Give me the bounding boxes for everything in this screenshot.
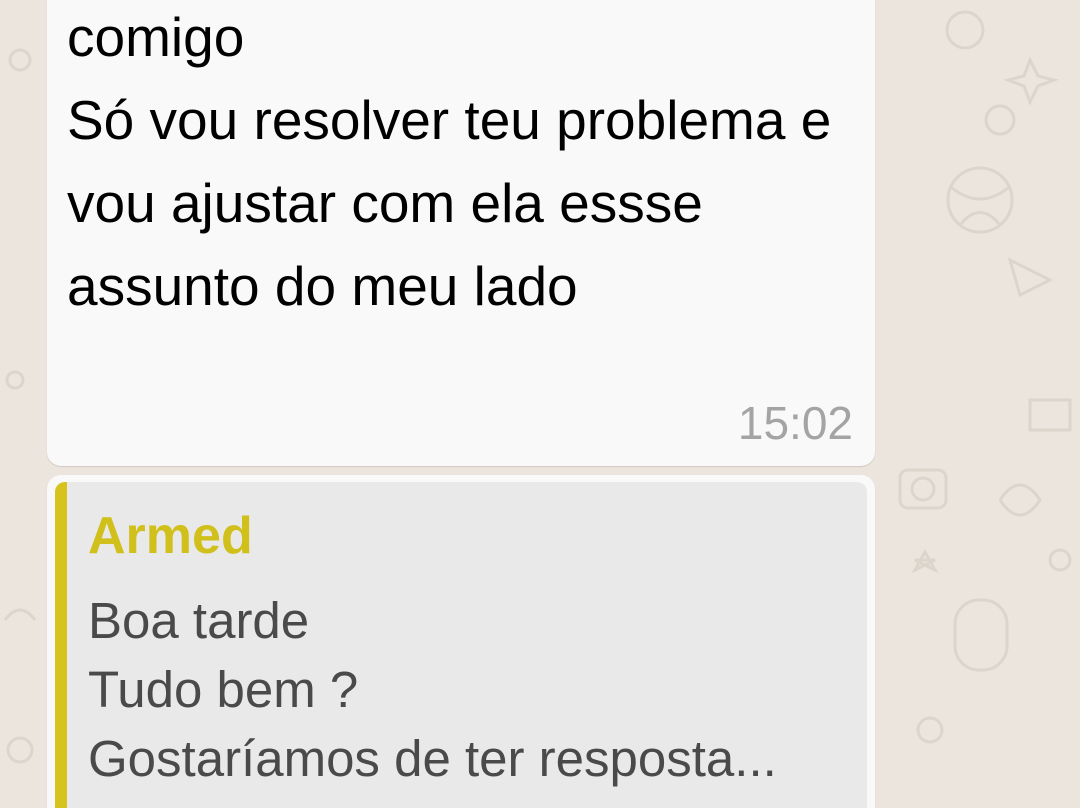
message-bubble-reply[interactable]: Armed Boa tarde Tudo bem ? Gostaríamos d… — [47, 475, 875, 808]
message-bubble-incoming[interactable]: comigo Só vou resolver teu problema e vo… — [47, 0, 875, 466]
quoted-author-name: Armed — [88, 507, 253, 565]
quoted-message[interactable]: Armed Boa tarde Tudo bem ? Gostaríamos d… — [55, 482, 867, 808]
message-timestamp: 15:02 — [737, 397, 853, 449]
quote-accent-bar — [55, 482, 67, 808]
quoted-message-text: Boa tarde Tudo bem ? Gostaríamos de ter … — [88, 592, 777, 787]
message-text: comigo Só vou resolver teu problema e vo… — [67, 6, 832, 317]
